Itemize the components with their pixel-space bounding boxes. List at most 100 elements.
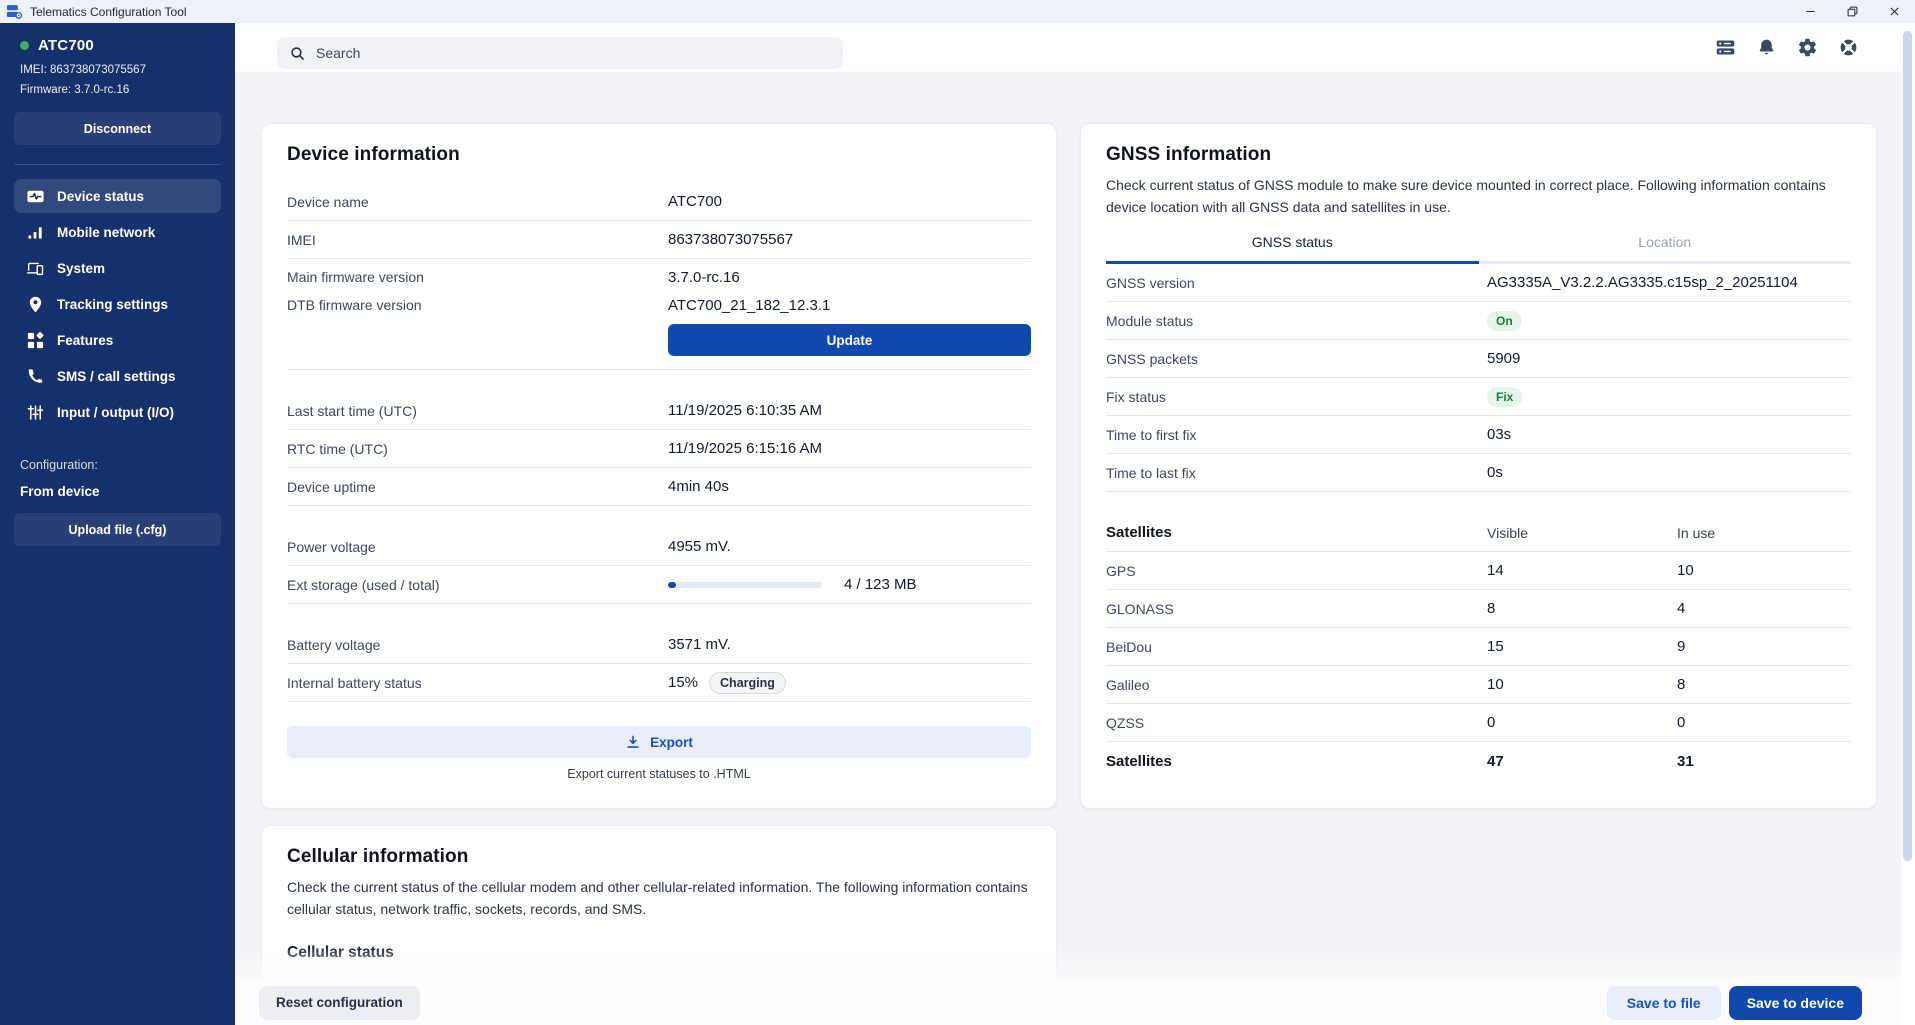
- satellite-name: GPS: [1106, 563, 1487, 579]
- reset-configuration-button[interactable]: Reset configuration: [259, 986, 420, 1020]
- row-device-name: Device name ATC700: [287, 183, 1031, 221]
- sidebar: ATC700 IMEI: 863738073075567 Firmware: 3…: [0, 23, 235, 1025]
- sidebar-item-label: System: [57, 261, 105, 276]
- tab-location[interactable]: Location: [1479, 234, 1852, 264]
- sidebar-item-label: SMS / call settings: [57, 369, 176, 384]
- configuration-label: Configuration:: [20, 458, 215, 472]
- export-button[interactable]: Export: [287, 726, 1031, 758]
- row-time-to-last-fix: Time to last fix 0s: [1106, 454, 1851, 492]
- sidebar-item-label: Mobile network: [57, 225, 155, 240]
- card-title: GNSS information: [1106, 144, 1851, 166]
- notifications-bell-icon[interactable]: [1756, 37, 1777, 58]
- on-badge: On: [1487, 311, 1522, 331]
- satellite-row-gps: GPS 14 10: [1106, 552, 1851, 590]
- search-input[interactable]: [316, 45, 831, 61]
- satellite-name: Galileo: [1106, 677, 1487, 693]
- row-value: ATC700: [668, 193, 722, 210]
- row-battery-voltage: Battery voltage 3571 mV.: [287, 626, 1031, 664]
- row-label: Time to first fix: [1106, 427, 1487, 443]
- satellite-visible: 8: [1487, 600, 1677, 617]
- topbar: [235, 23, 1901, 72]
- satellite-name: GLONASS: [1106, 601, 1487, 617]
- close-button[interactable]: [1873, 0, 1915, 23]
- satellites-total-row: Satellites 47 31: [1106, 742, 1851, 780]
- fix-status-value: Fix: [1487, 387, 1522, 407]
- battery-status-value: 15% Charging: [668, 672, 786, 694]
- minimize-button[interactable]: [1789, 0, 1831, 23]
- gnss-information-card: GNSS information Check current status of…: [1080, 123, 1877, 809]
- device-name: ATC700: [38, 37, 94, 54]
- satellite-visible: 10: [1487, 676, 1677, 693]
- row-rtc-time: RTC time (UTC) 11/19/2025 6:15:16 AM: [287, 430, 1031, 468]
- tab-gnss-status[interactable]: GNSS status: [1106, 234, 1479, 264]
- satellite-in-use: 8: [1677, 676, 1851, 693]
- row-value: 03s: [1487, 426, 1511, 443]
- sidebar-item-features[interactable]: Features: [0, 322, 235, 358]
- upload-config-button[interactable]: Upload file (.cfg): [14, 513, 221, 546]
- update-button[interactable]: Update: [668, 324, 1031, 356]
- sidebar-item-label: Input / output (I/O): [57, 405, 174, 420]
- row-gnss-packets: GNSS packets 5909: [1106, 340, 1851, 378]
- row-power-voltage: Power voltage 4955 mV.: [287, 528, 1031, 566]
- row-fix-status: Fix status Fix: [1106, 378, 1851, 416]
- sidebar-item-device-status[interactable]: Device status: [0, 178, 235, 214]
- row-last-start-time: Last start time (UTC) 11/19/2025 6:10:35…: [287, 392, 1031, 430]
- progress-fill: [668, 582, 676, 588]
- row-label: Fix status: [1106, 389, 1487, 405]
- vertical-scrollbar: [1901, 23, 1915, 1025]
- sidebar-item-mobile-network[interactable]: Mobile network: [0, 214, 235, 250]
- save-to-device-button[interactable]: Save to device: [1729, 986, 1862, 1020]
- sidebar-item-sms-call-settings[interactable]: SMS / call settings: [0, 358, 235, 394]
- row-label: RTC time (UTC): [287, 441, 668, 457]
- sidebar-item-system[interactable]: System: [0, 250, 235, 286]
- sidebar-item-tracking-settings[interactable]: Tracking settings: [0, 286, 235, 322]
- row-gnss-version: GNSS version AG3335A_V3.2.2.AG3335.c15sp…: [1106, 264, 1851, 302]
- progress-track: [668, 582, 822, 588]
- row-module-status: Module status On: [1106, 302, 1851, 340]
- gnss-tabs: GNSS status Location: [1106, 234, 1851, 264]
- section-gap: [287, 604, 1031, 626]
- row-label: Last start time (UTC): [287, 403, 668, 419]
- cellular-status-subheading: Cellular status: [287, 944, 1031, 962]
- row-label: Power voltage: [287, 539, 668, 555]
- storage-progress: 4 / 123 MB: [668, 576, 917, 593]
- device-stack-icon[interactable]: [1715, 37, 1736, 58]
- section-gap: [287, 370, 1031, 392]
- storage-value: 4 / 123 MB: [844, 576, 917, 593]
- sidebar-item-label: Device status: [57, 189, 144, 204]
- sidebar-item-input-output[interactable]: Input / output (I/O): [0, 394, 235, 430]
- row-label: Device name: [287, 194, 668, 210]
- cellular-information-card: Cellular information Check the current s…: [261, 825, 1057, 980]
- column-header: Visible: [1487, 525, 1677, 541]
- section-gap: [287, 506, 1031, 528]
- signal-bars-icon: [26, 223, 45, 242]
- phone-icon: [26, 367, 45, 386]
- sidebar-divider: [14, 164, 221, 165]
- row-value: 11/19/2025 6:10:35 AM: [668, 402, 822, 419]
- help-lifebuoy-icon[interactable]: [1838, 37, 1859, 58]
- satellite-in-use: 4: [1677, 600, 1851, 617]
- main-content: Device information Device name ATC700 IM…: [235, 72, 1901, 980]
- application-window: Telematics Configuration Tool ATC700 IME…: [0, 0, 1915, 1025]
- restore-button[interactable]: [1831, 0, 1873, 23]
- row-label: Ext storage (used / total): [287, 577, 668, 593]
- row-label: IMEI: [287, 232, 668, 248]
- scrollbar-thumb[interactable]: [1903, 31, 1912, 861]
- row-update: Update: [287, 319, 1031, 370]
- row-ext-storage: Ext storage (used / total) 4 / 123 MB: [287, 566, 1031, 604]
- export-hint: Export current statuses to .HTML: [287, 767, 1031, 781]
- device-imei: IMEI: 863738073075567: [20, 62, 215, 79]
- module-status-value: On: [1487, 311, 1522, 331]
- row-label: Device uptime: [287, 479, 668, 495]
- row-label: Battery voltage: [287, 637, 668, 653]
- satellite-name: BeiDou: [1106, 639, 1487, 655]
- save-to-file-button[interactable]: Save to file: [1607, 986, 1721, 1020]
- section-gap: [1106, 492, 1851, 514]
- disconnect-button[interactable]: Disconnect: [14, 112, 221, 145]
- battery-percent: 15%: [668, 674, 698, 691]
- row-device-uptime: Device uptime 4min 40s: [287, 468, 1031, 506]
- satellite-visible: 0: [1487, 714, 1677, 731]
- column-header: In use: [1677, 525, 1851, 541]
- row-dtb-firmware: DTB firmware version ATC700_21_182_12.3.…: [287, 291, 1031, 319]
- settings-gear-icon[interactable]: [1797, 37, 1818, 58]
